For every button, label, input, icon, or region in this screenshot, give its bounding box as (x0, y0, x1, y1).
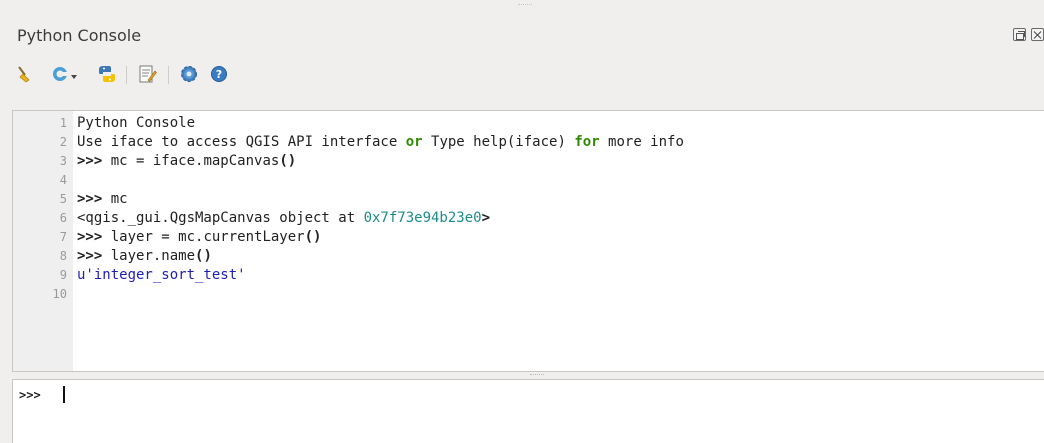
code-token: more info (599, 134, 684, 150)
import-class-icon[interactable] (50, 63, 80, 85)
line-number: 8 (59, 249, 67, 263)
console-toolbar: ? (14, 60, 414, 90)
console-input[interactable]: >>> (12, 379, 1044, 443)
code-token: mc = iface.mapCanvas (102, 153, 280, 169)
help-icon[interactable]: ? (208, 63, 230, 85)
output-line: 7 >>> layer = mc.currentLayer() (13, 228, 1043, 247)
line-code: >>> mc = iface.mapCanvas() (77, 152, 296, 171)
output-line: 9 u'integer_sort_test' (13, 266, 1043, 285)
line-code: u'integer_sort_test' (77, 266, 246, 285)
code-token: Python Console (77, 115, 196, 131)
dock-title-bar: Python Console (0, 0, 1044, 52)
line-number: 2 (59, 135, 67, 149)
string-token: u'integer_sort_test' (77, 267, 246, 283)
line-number: 7 (59, 230, 67, 244)
line-number: 9 (59, 268, 67, 282)
toolbar-separator (126, 66, 127, 84)
output-line: 1 Python Console (13, 114, 1043, 133)
line-number: 3 (59, 154, 67, 168)
code-token: layer.name (102, 248, 196, 264)
svg-text:?: ? (216, 68, 222, 81)
show-editor-icon[interactable] (136, 63, 158, 85)
code-token: <qgis._gui.QgsMapCanvas object at (77, 210, 364, 226)
line-code: Use iface to access QGIS API interface o… (77, 133, 684, 152)
keyword-token: for (574, 134, 600, 150)
line-number: 4 (59, 173, 67, 187)
output-line: 5 >>> mc (13, 190, 1043, 209)
code-token: () (304, 229, 322, 245)
line-code: >>> layer = mc.currentLayer() (77, 228, 321, 247)
code-token: >>> (77, 153, 103, 169)
line-code: <qgis._gui.QgsMapCanvas object at 0x7f73… (77, 209, 490, 228)
code-token: > (481, 210, 491, 226)
output-line: 4 (13, 171, 1043, 190)
code-token: () (195, 248, 212, 264)
output-line: 3 >>> mc = iface.mapCanvas() (13, 152, 1043, 171)
line-number: 1 (59, 116, 67, 130)
output-line: 8 >>> layer.name() (13, 247, 1043, 266)
console-output[interactable]: 1 Python Console 2 Use iface to access QGIS… (12, 110, 1044, 372)
code-token: >>> (77, 229, 103, 245)
float-panel-icon[interactable] (1013, 28, 1026, 41)
output-lines: 1 Python Console 2 Use iface to access QGIS… (13, 114, 1043, 304)
code-token: Use iface to access QGIS API interface (77, 134, 406, 150)
console-splitter[interactable] (12, 372, 1044, 379)
number-token: 0x7f73e94b23e0 (363, 210, 482, 226)
code-token: >>> (77, 191, 103, 207)
line-code: Python Console (77, 114, 195, 133)
output-line: 2 Use iface to access QGIS API interface … (13, 133, 1043, 152)
keyword-token: or (405, 134, 423, 150)
settings-icon[interactable] (178, 63, 200, 85)
code-token: () (279, 153, 297, 169)
line-number: 5 (59, 192, 67, 206)
code-token: Type help(iface) (422, 134, 575, 150)
output-line: 10 (13, 285, 1043, 304)
code-token: layer = mc.currentLayer (102, 229, 305, 245)
code-token: mc (102, 191, 128, 207)
line-number: 6 (59, 211, 67, 225)
code-token: >>> (77, 248, 103, 264)
line-number: 10 (52, 287, 67, 301)
output-line: 6 <qgis._gui.QgsMapCanvas object at 0x7f7… (13, 209, 1043, 228)
text-cursor (63, 386, 65, 403)
splitter-grip[interactable] (530, 374, 544, 377)
line-code: >>> layer.name() (77, 247, 212, 266)
panel-title: Python Console (17, 26, 142, 45)
clear-console-icon[interactable] (14, 63, 36, 85)
close-panel-icon[interactable] (1031, 28, 1044, 41)
run-command-icon[interactable] (96, 63, 118, 85)
input-prompt: >>> (19, 388, 41, 402)
toolbar-separator (168, 66, 169, 84)
line-code: >>> mc (77, 190, 128, 209)
